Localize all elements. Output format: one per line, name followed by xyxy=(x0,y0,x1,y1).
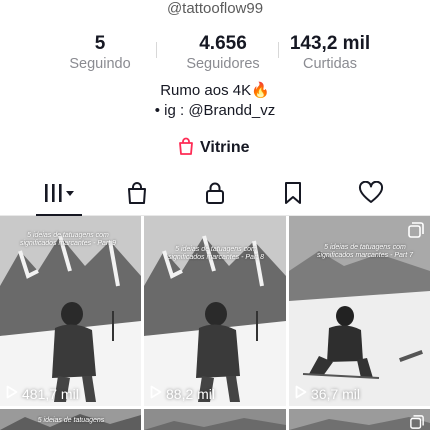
stat-divider xyxy=(156,42,157,58)
video-thumbnail[interactable] xyxy=(144,409,286,430)
view-count-value: 481,7 mil xyxy=(22,385,79,402)
vitrine-label: Vitrine xyxy=(200,139,250,156)
multi-photo-icon xyxy=(408,222,424,243)
video-thumbnail[interactable]: 5 ideias de tatuagens xyxy=(0,409,141,430)
bio-line: Rumo aos 4K🔥 xyxy=(160,82,270,99)
shopping-bag-icon xyxy=(126,181,148,210)
video-caption: 5 ideias de tatuagens xyxy=(37,417,105,424)
view-count-value: 36,7 mil xyxy=(311,385,361,402)
view-count: 481,7 mil xyxy=(6,385,79,402)
bio-line[interactable]: • ig : @Brandd_vz xyxy=(0,101,430,121)
tab-shop[interactable] xyxy=(96,176,178,214)
multi-photo-icon xyxy=(410,415,424,430)
followers-count: 4.656 xyxy=(199,33,247,54)
tab-saved[interactable] xyxy=(252,176,334,214)
stat-followers[interactable]: 4.656 Seguidores xyxy=(168,34,278,73)
video-grid: 5 ideias de tatuagens com significados m… xyxy=(0,216,430,430)
video-thumbnail[interactable]: 5 ideias de tatuagens com significados m… xyxy=(0,216,141,406)
vitrine-button[interactable]: Vitrine xyxy=(178,137,250,159)
profile-tabs xyxy=(0,176,430,216)
profile-stats: 5 Seguindo 4.656 Seguidores 143,2 mil Cu… xyxy=(0,34,430,74)
stat-likes[interactable]: 143,2 mil Curtidas xyxy=(280,34,380,73)
view-count: 88,2 mil xyxy=(150,385,215,402)
likes-label: Curtidas xyxy=(303,56,357,72)
following-label: Seguindo xyxy=(69,56,131,72)
shopping-bag-icon xyxy=(178,137,194,160)
play-icon xyxy=(150,385,162,402)
followers-label: Seguidores xyxy=(186,56,260,72)
video-caption: 5 ideias de tatuagens com significados m… xyxy=(167,246,265,261)
view-count: 36,7 mil xyxy=(295,385,360,402)
video-caption: 5 ideias de tatuagens com significados m… xyxy=(19,232,117,247)
likes-count: 143,2 mil xyxy=(289,33,371,54)
following-count: 5 xyxy=(94,33,106,54)
tab-videos[interactable] xyxy=(18,176,100,216)
profile-handle: @tattooflow99 xyxy=(166,0,264,17)
play-icon xyxy=(6,385,18,402)
stat-divider xyxy=(278,42,279,58)
video-caption: 5 ideias de tatuagens com significados m… xyxy=(316,244,414,259)
grid-icon xyxy=(42,182,76,209)
lock-icon xyxy=(204,181,226,210)
video-thumbnail[interactable] xyxy=(289,409,430,430)
stat-following[interactable]: 5 Seguindo xyxy=(55,34,145,73)
heart-icon xyxy=(358,180,384,210)
bookmark-icon xyxy=(283,181,303,210)
video-thumbnail[interactable]: 5 ideias de tatuagens com significados m… xyxy=(289,216,430,406)
tab-liked[interactable] xyxy=(330,176,412,214)
tab-private[interactable] xyxy=(174,176,256,214)
play-icon xyxy=(295,385,307,402)
view-count-value: 88,2 mil xyxy=(166,385,216,402)
video-thumbnail[interactable]: 5 ideias de tatuagens com significados m… xyxy=(144,216,286,406)
